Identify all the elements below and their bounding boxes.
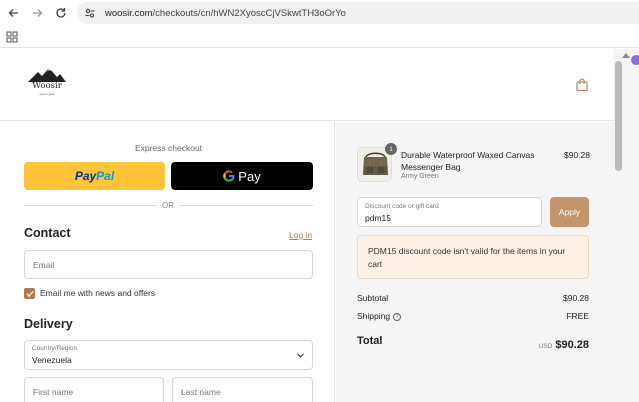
url-host: woosir.com <box>105 7 153 19</box>
country-select[interactable]: Country/Region Venezuela <box>24 340 313 370</box>
quantity-badge: 1 <box>385 143 397 155</box>
apply-button[interactable]: Apply <box>550 197 589 227</box>
paypal-text-a: Pay <box>74 169 97 183</box>
reload-icon[interactable] <box>50 2 72 24</box>
first-name-field[interactable] <box>24 377 164 402</box>
or-text: OR <box>157 201 179 210</box>
shipping-label: Shipping <box>357 311 391 321</box>
extension-icon[interactable] <box>631 55 639 65</box>
product-variant: Army Green <box>401 173 439 180</box>
discount-error-text: PDM15 discount code isn't valid for the … <box>368 246 566 269</box>
delivery-heading: Delivery <box>24 317 73 331</box>
scroll-up-icon[interactable] <box>622 53 630 58</box>
total-value: $90.28 <box>555 339 589 351</box>
shopping-bag-icon[interactable] <box>576 78 588 91</box>
paypal-button[interactable]: Pay Pal <box>24 162 165 190</box>
subtotal-value: $90.28 <box>563 293 589 303</box>
page-scrollbar[interactable] <box>614 49 639 402</box>
contact-heading: Contact <box>24 226 71 240</box>
login-link[interactable]: Log in <box>289 230 312 240</box>
browser-toolbar: woosir.com/checkouts/cn/hWN2XyoscCjVSkwt… <box>0 0 639 26</box>
chevron-down-icon <box>297 353 304 358</box>
order-summary: 1 Durable Waterproof Waxed Canvas Messen… <box>336 122 614 402</box>
news-checkbox[interactable] <box>24 288 35 299</box>
google-pay-label: Pay <box>238 168 261 184</box>
subtotal-label: Subtotal <box>357 293 389 303</box>
address-bar[interactable]: woosir.com/checkouts/cn/hWN2XyoscCjVSkwt… <box>77 2 639 24</box>
shipping-row: Shipping? <box>357 311 402 321</box>
product-price: $90.28 <box>564 150 590 160</box>
store-logo[interactable]: Woosir sports gear <box>26 67 68 101</box>
discount-label: Discount code or gift card <box>365 203 439 210</box>
site-info-icon[interactable] <box>83 6 97 20</box>
express-checkout-title: Express checkout <box>134 143 203 153</box>
discount-error-banner: PDM15 discount code isn't valid for the … <box>357 235 589 279</box>
forward-icon[interactable] <box>26 2 48 24</box>
logo-subtext: sports gear <box>39 92 55 96</box>
bookmarks-bar <box>0 26 639 48</box>
google-g-icon <box>223 170 235 182</box>
google-pay-button[interactable]: Pay <box>171 162 313 190</box>
last-name-field[interactable] <box>172 377 313 402</box>
back-icon[interactable] <box>3 2 25 24</box>
apps-icon[interactable] <box>6 31 18 43</box>
logo-text: Woosir <box>32 81 62 91</box>
email-field[interactable] <box>24 250 313 279</box>
checkmark-icon <box>26 290 33 297</box>
news-checkbox-label: Email me with news and offers <box>40 288 156 298</box>
discount-code-field[interactable]: Discount code or gift card pdm15 <box>357 197 542 227</box>
country-label: Country/Region <box>32 345 78 352</box>
info-icon[interactable]: ? <box>393 313 402 321</box>
shipping-value: FREE <box>566 311 589 321</box>
scroll-thumb[interactable] <box>615 61 622 171</box>
total-currency: USD <box>538 343 553 350</box>
total-row: USD $90.28 <box>496 335 589 353</box>
product-name: Durable Waterproof Waxed Canvas Messenge… <box>401 150 535 172</box>
url-text: woosir.com/checkouts/cn/hWN2XyoscCjVSkwt… <box>105 8 346 19</box>
site-header: Woosir sports gear <box>0 49 614 121</box>
total-label: Total <box>357 335 383 347</box>
discount-value: pdm15 <box>365 213 391 223</box>
country-value: Venezuela <box>32 355 72 365</box>
checkout-form: Express checkout Pay Pal Pay OR Contact L… <box>0 122 335 402</box>
paypal-text-b: Pal <box>96 169 115 183</box>
url-path: /checkouts/cn/hWN2XyoscCjVSkwtTH3oOrYo <box>152 7 346 19</box>
